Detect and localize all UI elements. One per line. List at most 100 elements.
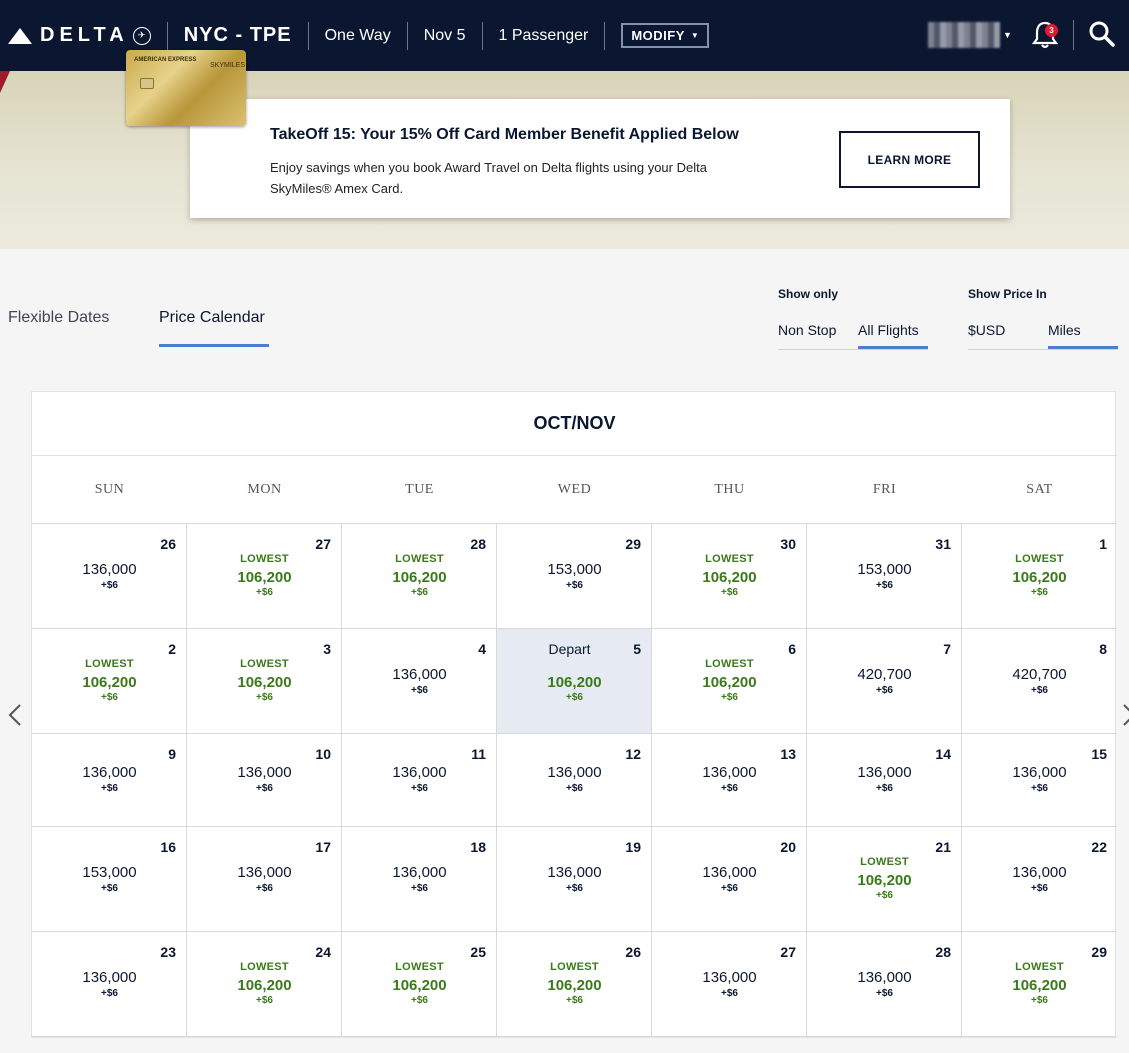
calendar-day-cell[interactable]: 19 136,000 +$6 [497,827,652,932]
calendar-day-cell[interactable]: 25 LOWEST 106,200 +$6 [342,932,497,1037]
calendar-day-cell[interactable]: 7 420,700 +$6 [807,629,962,734]
miles-option[interactable]: Miles [1048,322,1081,338]
price-miles: 106,200 [547,977,602,994]
chevron-right-icon[interactable] [1122,702,1129,728]
lowest-badge: LOWEST [1015,553,1064,565]
price-tax: +$6 [1031,883,1048,894]
day-number: 27 [315,536,331,552]
day-number: 29 [625,536,641,552]
calendar-day-cell[interactable]: 24 LOWEST 106,200 +$6 [187,932,342,1037]
price-miles: 153,000 [857,561,912,578]
day-of-week-label: MON [247,481,282,497]
calendar-day-cell[interactable]: 15 136,000 +$6 [962,734,1117,827]
price-miles: 136,000 [237,764,292,781]
days-of-week-row: SUN MON TUE WED THU FRI SAT [32,456,1117,524]
calendar-day-cell[interactable]: 28 136,000 +$6 [807,932,962,1037]
learn-more-button[interactable]: LEARN MORE [839,131,980,188]
calendar-day-cell[interactable]: 9 136,000 +$6 [32,734,187,827]
filter-divider [968,349,1118,350]
route-label[interactable]: NYC - TPE [184,24,292,47]
passengers-label[interactable]: 1 Passenger [499,27,589,45]
calendar-day-cell[interactable]: 10 136,000 +$6 [187,734,342,827]
all-flights-underline [858,346,928,349]
calendar-day-cell[interactable]: 8 420,700 +$6 [962,629,1117,734]
price-miles: 136,000 [1012,864,1067,881]
price-tax: +$6 [876,580,893,591]
calendar-day-cell[interactable]: 28 LOWEST 106,200 +$6 [342,524,497,629]
price-miles: 136,000 [857,764,912,781]
price-tax: +$6 [721,692,738,703]
price-miles: 153,000 [547,561,602,578]
calendar-day-cell[interactable]: 29 153,000 +$6 [497,524,652,629]
day-number: 27 [780,944,796,960]
chevron-down-icon[interactable]: ▼ [1003,30,1012,40]
non-stop-option[interactable]: Non Stop [778,322,836,338]
trip-type-label[interactable]: One Way [325,27,391,45]
calendar-day-cell[interactable]: 27 LOWEST 106,200 +$6 [187,524,342,629]
calendar-day-cell[interactable]: 22 136,000 +$6 [962,827,1117,932]
logo-seal-icon: ✈ [132,26,151,45]
lowest-badge: LOWEST [860,856,909,868]
calendar-day-cell[interactable]: 20 136,000 +$6 [652,827,807,932]
day-of-week-label: TUE [405,481,434,497]
calendar-day-cell[interactable]: 2 LOWEST 106,200 +$6 [32,629,187,734]
user-name-blurred[interactable] [928,22,1000,48]
usd-option[interactable]: $USD [968,322,1005,338]
day-number: 1 [1099,536,1107,552]
price-miles: 153,000 [82,864,137,881]
depart-label: Depart [548,641,591,657]
price-tax: +$6 [411,883,428,894]
price-miles: 106,200 [857,872,912,889]
date-label[interactable]: Nov 5 [424,27,466,45]
calendar-day-cell[interactable]: 30 LOWEST 106,200 +$6 [652,524,807,629]
calendar-day-cell[interactable]: 16 153,000 +$6 [32,827,187,932]
calendar-day-cell[interactable]: 26 LOWEST 106,200 +$6 [497,932,652,1037]
calendar-day-cell[interactable]: 13 136,000 +$6 [652,734,807,827]
price-tax: +$6 [101,988,118,999]
all-flights-option[interactable]: All Flights [858,322,919,338]
day-number: 19 [625,839,641,855]
calendar-day-cell[interactable]: 12 136,000 +$6 [497,734,652,827]
tab-flexible-dates[interactable]: Flexible Dates [8,309,109,327]
calendar-day-cell[interactable]: 31 153,000 +$6 [807,524,962,629]
calendar-day-cell[interactable]: 29 LOWEST 106,200 +$6 [962,932,1117,1037]
day-number: 23 [160,944,176,960]
modify-button[interactable]: MODIFY ▼ [621,23,710,48]
price-miles: 136,000 [857,969,912,986]
calendar-day-cell[interactable]: 26 136,000 +$6 [32,524,187,629]
day-number: 14 [935,746,951,762]
calendar-day-cell-selected[interactable]: 5 Depart 106,200 +$6 [497,629,652,734]
logo-text: DELTA [40,24,129,46]
price-tax: +$6 [256,995,273,1006]
price-miles: 420,700 [857,666,912,683]
calendar-day-cell[interactable]: 23 136,000 +$6 [32,932,187,1037]
calendar-day-cell[interactable]: 11 136,000 +$6 [342,734,497,827]
calendar-day-cell[interactable]: 4 136,000 +$6 [342,629,497,734]
price-miles: 106,200 [1012,569,1067,586]
day-number: 17 [315,839,331,855]
chevron-left-icon[interactable] [6,702,24,728]
tab-price-calendar[interactable]: Price Calendar [159,309,265,327]
calendar-day-cell[interactable]: 14 136,000 +$6 [807,734,962,827]
day-number: 13 [780,746,796,762]
day-of-week-label: THU [714,481,745,497]
lowest-badge: LOWEST [395,553,444,565]
calendar-day-cell[interactable]: 21 LOWEST 106,200 +$6 [807,827,962,932]
calendar-day-cell[interactable]: 18 136,000 +$6 [342,827,497,932]
promo-title: TakeOff 15: Your 15% Off Card Member Ben… [270,126,739,143]
search-icon[interactable] [1088,20,1116,48]
price-miles: 136,000 [702,864,757,881]
lowest-badge: LOWEST [240,961,289,973]
calendar-day-cell[interactable]: 27 136,000 +$6 [652,932,807,1037]
calendar-week-row: 2 LOWEST 106,200 +$6 3 LOWEST 106,200 +$6 4 136,0… [32,629,1117,734]
calendar-day-cell[interactable]: 3 LOWEST 106,200 +$6 [187,629,342,734]
day-number: 26 [160,536,176,552]
promo-card: TakeOff 15: Your 15% Off Card Member Ben… [190,99,1010,218]
calendar-day-cell[interactable]: 6 LOWEST 106,200 +$6 [652,629,807,734]
day-number: 30 [780,536,796,552]
day-of-week-label: WED [557,481,592,497]
calendar-day-cell[interactable]: 1 LOWEST 106,200 +$6 [962,524,1117,629]
calendar-day-cell[interactable]: 17 136,000 +$6 [187,827,342,932]
header-divider [166,21,168,50]
calendar-month-title: OCT/NOV [32,392,1117,456]
